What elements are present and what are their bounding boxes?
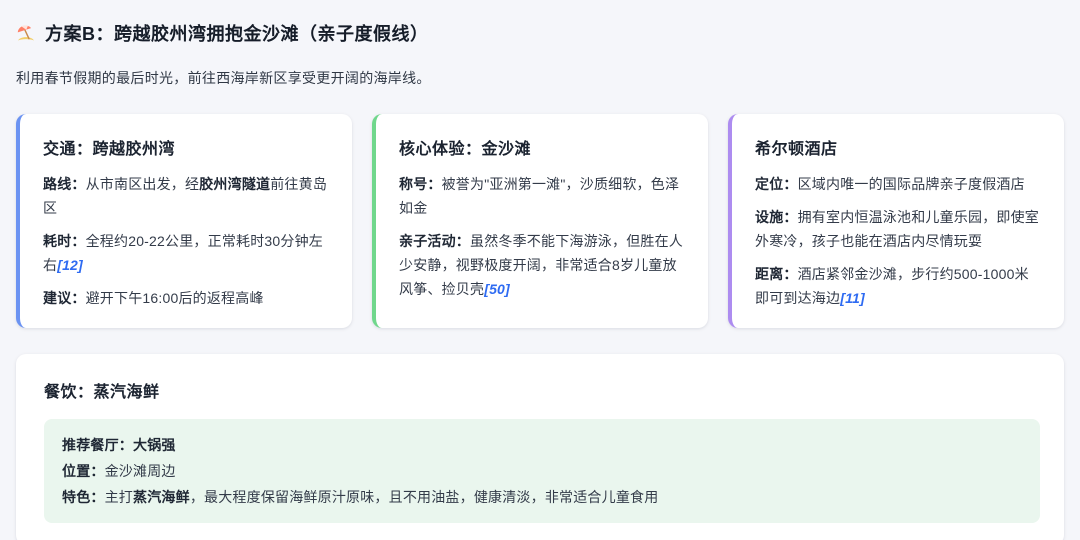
row-label: 耗时： xyxy=(43,233,86,249)
card-transport-title: 交通：跨越胶州湾 xyxy=(43,141,176,158)
dining-restaurant-row: 推荐餐厅：大锅强 xyxy=(62,432,1020,458)
experience-family-row: 亲子活动：虽然冬季不能下海游泳，但胜在人少安静，视野极度开阔，非常适合8岁儿童放… xyxy=(399,229,686,301)
card-transport: 交通：跨越胶州湾 路线：从市南区出发，经胶州湾隧道前往黄岛区 耗时：全程约20-… xyxy=(16,114,352,328)
row-text: 避开下午16:00后的返程高峰 xyxy=(85,290,264,306)
row-label: 称号： xyxy=(399,176,442,192)
page-subtitle: 利用春节假期的最后时光，前往西海岸新区享受更开阔的海岸线。 xyxy=(16,70,431,86)
card-hotel: 希尔顿酒店 定位：区域内唯一的国际品牌亲子度假酒店 设施：拥有室内恒温泳池和儿童… xyxy=(728,114,1064,328)
row-label: 亲子活动： xyxy=(399,233,470,249)
row-label: 定位： xyxy=(755,176,798,192)
row-bold-text: 胶州湾隧道 xyxy=(199,176,271,192)
row-label: 路线： xyxy=(43,176,86,192)
transport-duration-row: 耗时：全程约20-22公里，正常耗时30分钟左右[12] xyxy=(43,229,330,277)
dining-detail-box: 推荐餐厅：大锅强 位置：金沙滩周边 特色：主打蒸汽海鲜，最大程度保留海鲜原汁原味… xyxy=(44,419,1040,523)
row-text: 金沙滩周边 xyxy=(104,463,176,479)
row-label: 位置： xyxy=(62,463,105,479)
info-cards-row: 交通：跨越胶州湾 路线：从市南区出发，经胶州湾隧道前往黄岛区 耗时：全程约20-… xyxy=(16,114,1064,328)
row-text: 拥有室内恒温泳池和儿童乐园，即使室外寒冷，孩子也能在酒店内尽情玩耍 xyxy=(755,209,1040,249)
row-text: 被誉为"亚洲第一滩"，沙质细软，色泽如金 xyxy=(399,176,680,216)
row-bold-text: 蒸汽海鲜 xyxy=(133,489,190,505)
row-text: 从市南区出发，经 xyxy=(85,176,200,192)
hotel-positioning-row: 定位：区域内唯一的国际品牌亲子度假酒店 xyxy=(755,172,1042,196)
row-text: 主打 xyxy=(104,489,134,505)
card-dining: 餐饮：蒸汽海鲜 推荐餐厅：大锅强 位置：金沙滩周边 特色：主打蒸汽海鲜，最大程度… xyxy=(16,354,1064,540)
citation-link-12[interactable]: [12] xyxy=(57,257,83,273)
dining-feature-row: 特色：主打蒸汽海鲜，最大程度保留海鲜原汁原味，且不用油盐，健康清淡，非常适合儿童… xyxy=(62,484,1020,510)
card-experience: 核心体验：金沙滩 称号：被誉为"亚洲第一滩"，沙质细软，色泽如金 亲子活动：虽然… xyxy=(372,114,708,328)
citation-link-11[interactable]: [11] xyxy=(840,290,865,306)
row-label: 推荐餐厅： xyxy=(62,437,133,453)
row-text: 全程约20-22公里，正常耗时30分钟左右 xyxy=(43,233,323,273)
page-title: 方案B：跨越胶州湾拥抱金沙滩（亲子度假线） xyxy=(16,16,1064,46)
dining-location-row: 位置：金沙滩周边 xyxy=(62,458,1020,484)
transport-route-row: 路线：从市南区出发，经胶州湾隧道前往黄岛区 xyxy=(43,172,330,220)
card-experience-title: 核心体验：金沙滩 xyxy=(399,141,532,158)
card-hotel-title: 希尔顿酒店 xyxy=(755,141,838,158)
row-label: 距离： xyxy=(755,266,798,282)
row-text: ，最大程度保留海鲜原汁原味，且不用油盐，健康清淡，非常适合儿童食用 xyxy=(189,489,659,505)
hotel-facilities-row: 设施：拥有室内恒温泳池和儿童乐园，即使室外寒冷，孩子也能在酒店内尽情玩耍 xyxy=(755,205,1042,253)
hotel-distance-row: 距离：酒店紧邻金沙滩，步行约500-1000米即可到达海边[11] xyxy=(755,262,1042,310)
transport-advice-row: 建议：避开下午16:00后的返程高峰 xyxy=(43,286,330,310)
page-title-text: 方案B：跨越胶州湾拥抱金沙滩（亲子度假线） xyxy=(45,24,429,44)
citation-link-50[interactable]: [50] xyxy=(484,281,510,297)
row-text: 区域内唯一的国际品牌亲子度假酒店 xyxy=(797,176,1025,192)
row-bold-text: 大锅强 xyxy=(133,437,176,453)
row-label: 建议： xyxy=(43,290,86,306)
row-label: 特色： xyxy=(62,489,105,505)
card-dining-title: 餐饮：蒸汽海鲜 xyxy=(44,384,160,401)
experience-reputation-row: 称号：被誉为"亚洲第一滩"，沙质细软，色泽如金 xyxy=(399,172,686,220)
beach-umbrella-icon xyxy=(16,23,36,43)
row-label: 设施： xyxy=(755,209,798,225)
plan-b-page: 方案B：跨越胶州湾拥抱金沙滩（亲子度假线） 利用春节假期的最后时光，前往西海岸新… xyxy=(0,0,1080,540)
